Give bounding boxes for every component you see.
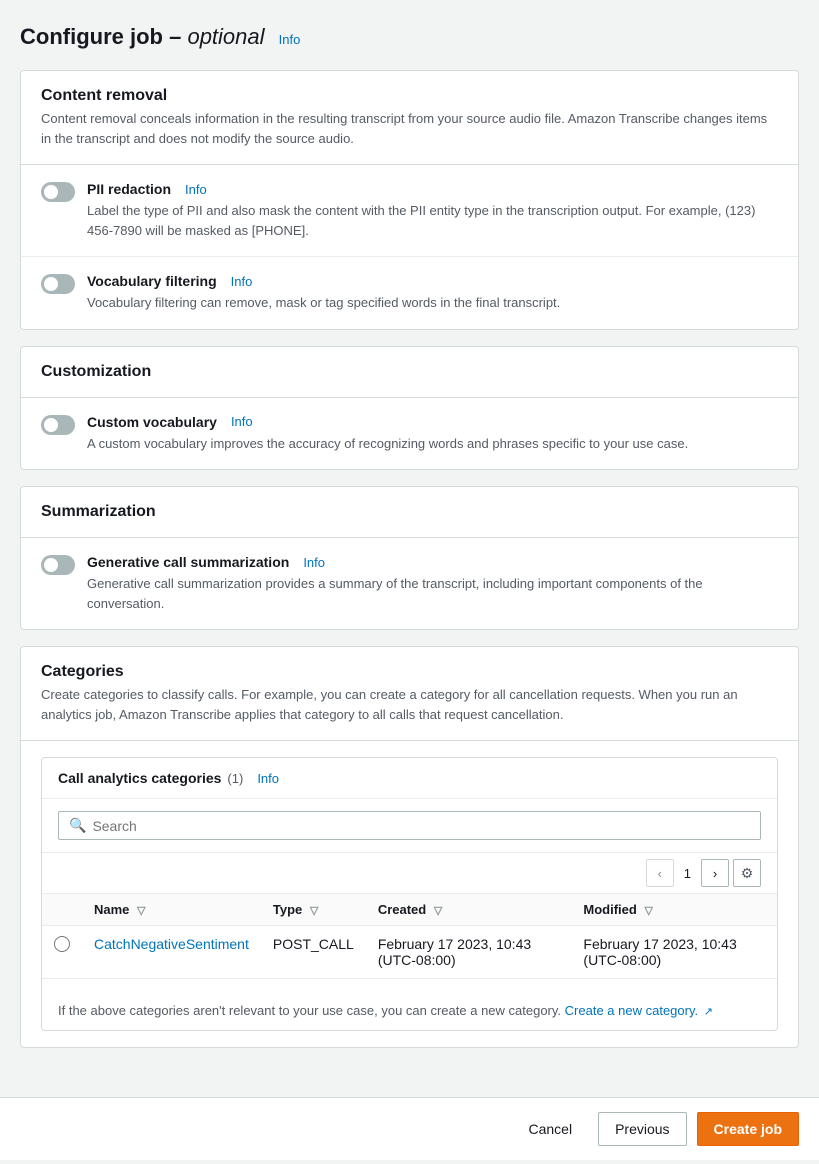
summarization-section: Summarization Generative call summarizat…: [20, 486, 799, 630]
table-header-row: Name ▽ Type ▽ Created ▽ Modified ▽: [42, 894, 777, 926]
summarization-title: Summarization: [41, 503, 778, 521]
external-link-icon: ↗: [704, 1006, 713, 1018]
vocabulary-filtering-info-link[interactable]: Info: [231, 274, 253, 289]
generative-call-slider: [41, 555, 75, 575]
pii-redaction-row: PII redaction Info Label the type of PII…: [21, 165, 798, 257]
customization-title: Customization: [41, 363, 778, 381]
create-job-button[interactable]: Create job: [697, 1112, 799, 1146]
footer-note: If the above categories aren't relevant …: [42, 991, 777, 1030]
search-bar-row: 🔍: [42, 799, 777, 853]
sort-icon-type: ▽: [310, 905, 318, 917]
generative-call-row: Generative call summarization Info Gener…: [21, 538, 798, 629]
vocabulary-filtering-description: Vocabulary filtering can remove, mask or…: [87, 293, 778, 313]
table-header-name: Name ▽: [82, 894, 261, 926]
custom-vocabulary-description: A custom vocabulary improves the accurac…: [87, 434, 778, 454]
search-input[interactable]: [92, 818, 750, 834]
create-new-category-link[interactable]: Create a new category. ↗: [565, 1003, 713, 1018]
sort-icon-name: ▽: [137, 905, 145, 917]
table-row: CatchNegativeSentiment POST_CALL Februar…: [42, 926, 777, 979]
sort-icon-modified: ▽: [644, 905, 652, 917]
table-header-radio: [42, 894, 82, 926]
customization-body: Custom vocabulary Info A custom vocabula…: [21, 398, 798, 470]
inner-card-header: Call analytics categories (1) Info: [42, 758, 777, 799]
generative-call-content: Generative call summarization Info Gener…: [87, 554, 778, 613]
row-radio-input[interactable]: [54, 936, 70, 952]
row-name-cell: CatchNegativeSentiment: [82, 926, 261, 979]
pii-redaction-slider: [41, 182, 75, 202]
table-header-type: Type ▽: [261, 894, 366, 926]
row-modified-cell: February 17 2023, 10:43 (UTC-08:00): [571, 926, 777, 979]
inner-card-title: Call analytics categories: [58, 770, 221, 786]
custom-vocabulary-slider: [41, 415, 75, 435]
vocabulary-filtering-slider: [41, 274, 75, 294]
sort-icon-created: ▽: [434, 905, 442, 917]
categories-info-link[interactable]: Info: [257, 771, 279, 786]
custom-vocabulary-toggle[interactable]: [41, 415, 75, 435]
call-analytics-categories-card: Call analytics categories (1) Info 🔍 ‹ 1…: [41, 757, 778, 1031]
pii-redaction-label: PII redaction: [87, 181, 171, 197]
previous-button[interactable]: Previous: [598, 1112, 686, 1146]
pii-redaction-content: PII redaction Info Label the type of PII…: [87, 181, 778, 240]
vocabulary-filtering-row: Vocabulary filtering Info Vocabulary fil…: [21, 257, 798, 329]
pagination-current: 1: [678, 866, 697, 881]
content-removal-description: Content removal conceals information in …: [41, 109, 778, 148]
table-body: CatchNegativeSentiment POST_CALL Februar…: [42, 926, 777, 979]
categories-count: (1): [227, 771, 243, 786]
summarization-body: Generative call summarization Info Gener…: [21, 538, 798, 629]
search-bar: 🔍: [58, 811, 761, 840]
generative-call-info-link[interactable]: Info: [303, 555, 325, 570]
pagination-prev-button[interactable]: ‹: [646, 859, 674, 887]
content-removal-title: Content removal: [41, 87, 778, 105]
pii-redaction-info-link[interactable]: Info: [185, 182, 207, 197]
categories-header: Categories Create categories to classify…: [21, 647, 798, 741]
page-info-link[interactable]: Info: [279, 32, 301, 47]
vocabulary-filtering-toggle[interactable]: [41, 274, 75, 294]
row-radio-cell: [42, 926, 82, 979]
pagination-row: ‹ 1 › ⚙: [42, 853, 777, 894]
categories-section: Categories Create categories to classify…: [20, 646, 799, 1048]
categories-description: Create categories to classify calls. For…: [41, 685, 778, 724]
customization-header: Customization: [21, 347, 798, 398]
content-removal-section: Content removal Content removal conceals…: [20, 70, 799, 330]
pagination-next-button[interactable]: ›: [701, 859, 729, 887]
search-icon: 🔍: [69, 817, 86, 834]
generative-call-toggle[interactable]: [41, 555, 75, 575]
custom-vocabulary-label: Custom vocabulary: [87, 414, 217, 430]
content-removal-header: Content removal Content removal conceals…: [21, 71, 798, 165]
pii-redaction-toggle[interactable]: [41, 182, 75, 202]
generative-call-label: Generative call summarization: [87, 554, 289, 570]
content-removal-body: PII redaction Info Label the type of PII…: [21, 165, 798, 329]
customization-section: Customization Custom vocabulary Info A c…: [20, 346, 799, 471]
custom-vocabulary-info-link[interactable]: Info: [231, 414, 253, 429]
page-title: Configure job – optional Info: [20, 24, 799, 50]
vocabulary-filtering-label: Vocabulary filtering: [87, 273, 217, 289]
generative-call-description: Generative call summarization provides a…: [87, 574, 778, 613]
pii-redaction-description: Label the type of PII and also mask the …: [87, 201, 778, 240]
row-created-cell: February 17 2023, 10:43 (UTC-08:00): [366, 926, 572, 979]
table-header-modified: Modified ▽: [571, 894, 777, 926]
custom-vocabulary-content: Custom vocabulary Info A custom vocabula…: [87, 414, 778, 454]
vocabulary-filtering-content: Vocabulary filtering Info Vocabulary fil…: [87, 273, 778, 313]
row-type-cell: POST_CALL: [261, 926, 366, 979]
table-header-created: Created ▽: [366, 894, 572, 926]
categories-table: Name ▽ Type ▽ Created ▽ Modified ▽ Catch…: [42, 894, 777, 979]
categories-body: Call analytics categories (1) Info 🔍 ‹ 1…: [21, 741, 798, 1047]
row-name-link[interactable]: CatchNegativeSentiment: [94, 936, 249, 952]
cancel-button[interactable]: Cancel: [512, 1113, 588, 1145]
custom-vocabulary-row: Custom vocabulary Info A custom vocabula…: [21, 398, 798, 470]
categories-title: Categories: [41, 663, 778, 681]
action-bar: Cancel Previous Create job: [0, 1097, 819, 1160]
summarization-header: Summarization: [21, 487, 798, 538]
table-settings-button[interactable]: ⚙: [733, 859, 761, 887]
